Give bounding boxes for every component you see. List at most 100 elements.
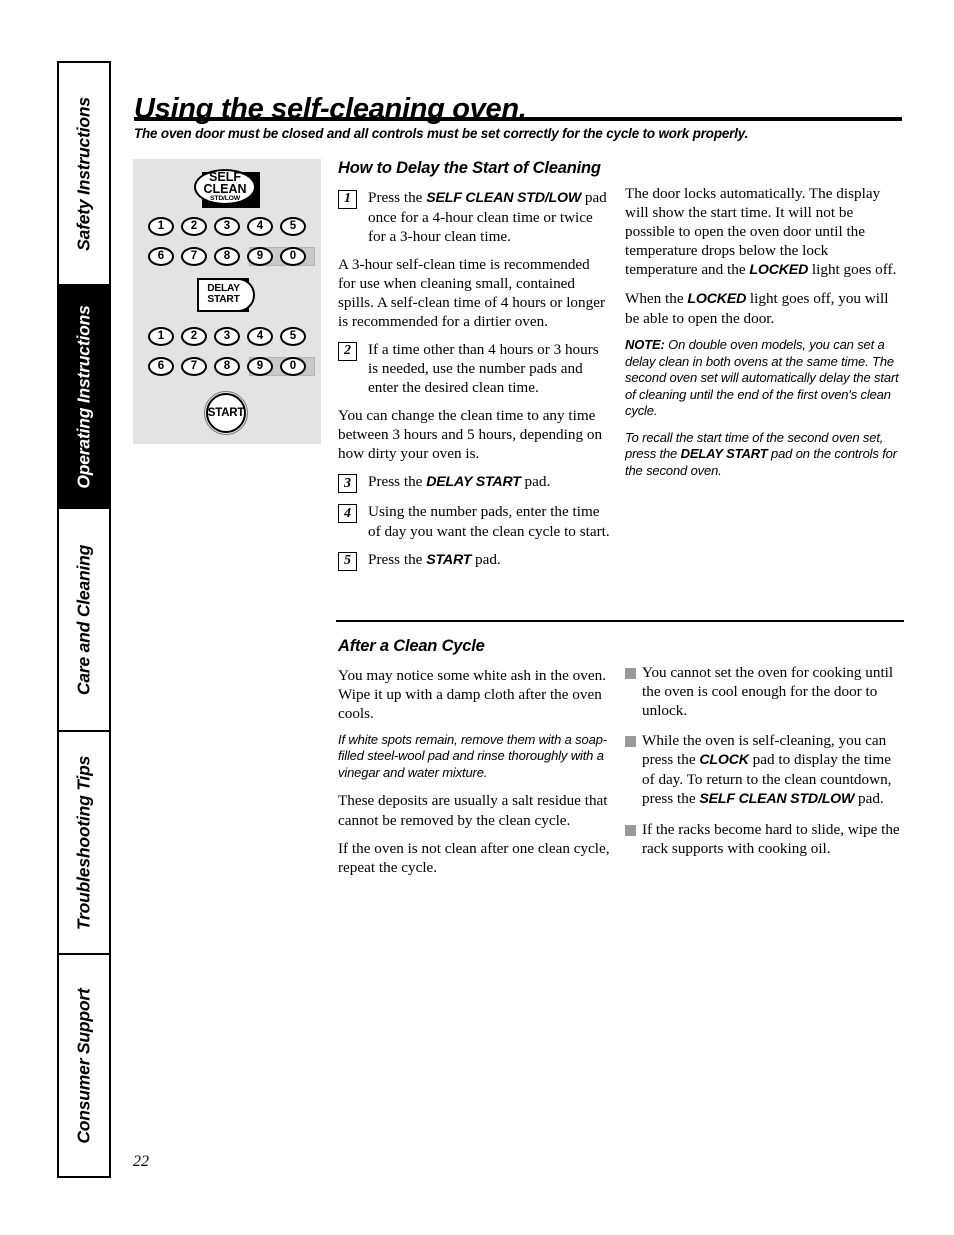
after-clean-heading: After a Clean Cycle [338, 637, 485, 655]
repeat-cycle-paragraph: If the oven is not clean after one clean… [338, 839, 610, 876]
pad-reference: DELAY START [426, 474, 521, 491]
numpad-key-9: 9 [247, 247, 273, 266]
page-subtitle: The oven door must be closed and all con… [134, 126, 749, 141]
sidebar-item-label: Operating Instructions [73, 304, 94, 489]
step-text-pre: Press the [368, 550, 427, 568]
locked-light-reference: LOCKED [687, 291, 747, 308]
door-lock-text-b: light goes off. [808, 261, 897, 279]
sidebar-item-label: Care and Cleaning [73, 544, 94, 695]
numpad2-key-5: 5 [280, 327, 306, 346]
salt-residue-paragraph: These deposits are usually a salt residu… [338, 792, 608, 829]
sidebar-item-label: Safety Instructions [73, 96, 94, 251]
delay-section-heading: How to Delay the Start of Cleaning [338, 159, 601, 177]
self-clean-pad-face: SELF CLEAN STD/LOW [194, 169, 256, 205]
numpad-key-8: 8 [214, 247, 240, 266]
numpad2-key-7: 7 [181, 357, 207, 376]
delay-start-instructions-column: How to Delay the Start of Cleaning 1 Pre… [338, 158, 610, 580]
bullet-text: You cannot set the oven for cooking unti… [642, 664, 894, 720]
step-5: 5 Press the START pad. [338, 550, 610, 571]
start-pad-icon: START [204, 391, 248, 435]
square-bullet-icon [625, 825, 636, 837]
step-text-post: pad. [520, 473, 551, 491]
sidebar-item-label: Consumer Support [73, 987, 94, 1144]
numpad2-key-0: 0 [280, 357, 306, 376]
delay-start-pad-icon: DELAY START [197, 278, 255, 312]
double-oven-note: NOTE: On double oven models, you can set… [625, 337, 903, 420]
step-text: If a time other than 4 hours or 3 hours … [368, 340, 599, 397]
numpad-key-1: 1 [148, 217, 174, 236]
step-number: 2 [338, 341, 357, 361]
self-clean-pad-icon: SELF CLEAN STD/LOW [194, 169, 260, 208]
step-text: Press the DELAY START pad. [368, 472, 610, 492]
step-1-subtext: A 3-hour self-clean time is recommended … [338, 255, 605, 330]
locked-light-reference: LOCKED [749, 262, 809, 279]
note-label: NOTE: [625, 337, 665, 353]
sidebar-item-troubleshooting-tips[interactable]: Troubleshooting Tips [59, 732, 109, 955]
locked-light-paragraph: When the LOCKED light goes off, you will… [625, 289, 903, 328]
sidebar-item-operating-instructions[interactable]: Operating Instructions [59, 286, 109, 509]
sidebar-item-consumer-support[interactable]: Consumer Support [59, 955, 109, 1176]
step-1: 1 Press the SELF CLEAN STD/LOW pad once … [338, 188, 610, 246]
square-bullet-icon [625, 736, 636, 748]
self-clean-line-2: CLEAN [203, 182, 247, 197]
start-pad-face: START [206, 393, 246, 433]
step-number: 5 [338, 551, 357, 571]
recall-start-time-note: To recall the start time of the second o… [625, 430, 903, 480]
numpad2-key-8: 8 [214, 357, 240, 376]
numpad2-key-2: 2 [181, 327, 207, 346]
self-clean-pad-reference: SELF CLEAN STD/LOW [699, 791, 855, 808]
list-item: If the racks become hard to slide, wipe … [625, 820, 903, 858]
numpad2-row-2: 6 7 8 9 0 [133, 357, 321, 376]
white-ash-paragraph: You may notice some white ash in the ove… [338, 666, 606, 722]
delay-start-pad-face: DELAY START [197, 278, 255, 312]
step-3: 3 Press the DELAY START pad. [338, 472, 610, 494]
numpad-key-5: 5 [280, 217, 306, 236]
pad-reference: SELF CLEAN STD/LOW [426, 189, 582, 206]
step-2: 2 If a time other than 4 hours or 3 hour… [338, 340, 610, 397]
numpad2-key-3: 3 [214, 327, 240, 346]
numpad-row-1: 1 2 3 4 5 [133, 217, 321, 236]
step-text: Press the START pad. [368, 550, 610, 570]
page-title: Using the self-cleaning oven. [134, 93, 527, 126]
page-number: 22 [133, 1153, 149, 1170]
square-bullet-icon [625, 668, 636, 679]
numpad-key-6: 6 [148, 247, 174, 266]
numpad-key-0: 0 [280, 247, 306, 266]
step-text-pre: Press the [368, 473, 427, 491]
step-text-post: pad. [471, 550, 501, 568]
self-clean-line-3: STD/LOW [210, 195, 240, 203]
step-text: Using the number pads, enter the time of… [368, 503, 610, 540]
step-number: 4 [338, 504, 357, 524]
sidebar-tabs: Safety Instructions Operating Instructio… [57, 61, 111, 1178]
bullet-text: While the oven is self-cleaning, you can… [642, 731, 903, 809]
numpad2-key-6: 6 [148, 357, 174, 376]
sidebar-item-safety-instructions[interactable]: Safety Instructions [59, 63, 109, 286]
step-text: Press the SELF CLEAN STD/LOW pad once fo… [368, 188, 610, 246]
locked-text-a: When the [625, 290, 688, 308]
list-item: You cannot set the oven for cooking unti… [625, 663, 903, 720]
step-number: 1 [338, 189, 357, 209]
delay-start-line-2: START [207, 294, 240, 305]
oven-control-panel-diagram: SELF CLEAN STD/LOW 1 2 3 4 5 6 7 8 9 0 D… [133, 159, 321, 444]
pad-reference: START [426, 551, 472, 568]
door-lock-info-column: The door locks automatically. The displa… [625, 184, 903, 489]
numpad2-key-1: 1 [148, 327, 174, 346]
white-spots-note: If white spots remain, remove them with … [338, 731, 607, 780]
numpad2-row-1: 1 2 3 4 5 [133, 327, 321, 346]
note-body: On double oven models, you can set a del… [625, 337, 899, 419]
numpad2-key-9: 9 [247, 357, 273, 376]
numpad2-key-4: 4 [247, 327, 273, 346]
numpad-key-7: 7 [181, 247, 207, 266]
sidebar-item-care-and-cleaning[interactable]: Care and Cleaning [59, 509, 109, 732]
bullet-text: If the racks become hard to slide, wipe … [642, 821, 900, 858]
door-lock-paragraph: The door locks automatically. The displa… [625, 184, 903, 280]
clean-time-range-paragraph: You can change the clean time to any tim… [338, 407, 603, 463]
step-text-pre: Press the [368, 188, 427, 206]
sidebar-item-label: Troubleshooting Tips [73, 755, 94, 930]
numpad-key-2: 2 [181, 217, 207, 236]
numpad-key-3: 3 [214, 217, 240, 236]
step-number: 3 [338, 474, 357, 494]
pad-reference: DELAY START [680, 446, 768, 462]
step-4: 4 Using the number pads, enter the time … [338, 502, 610, 540]
list-item: While the oven is self-cleaning, you can… [625, 731, 903, 809]
